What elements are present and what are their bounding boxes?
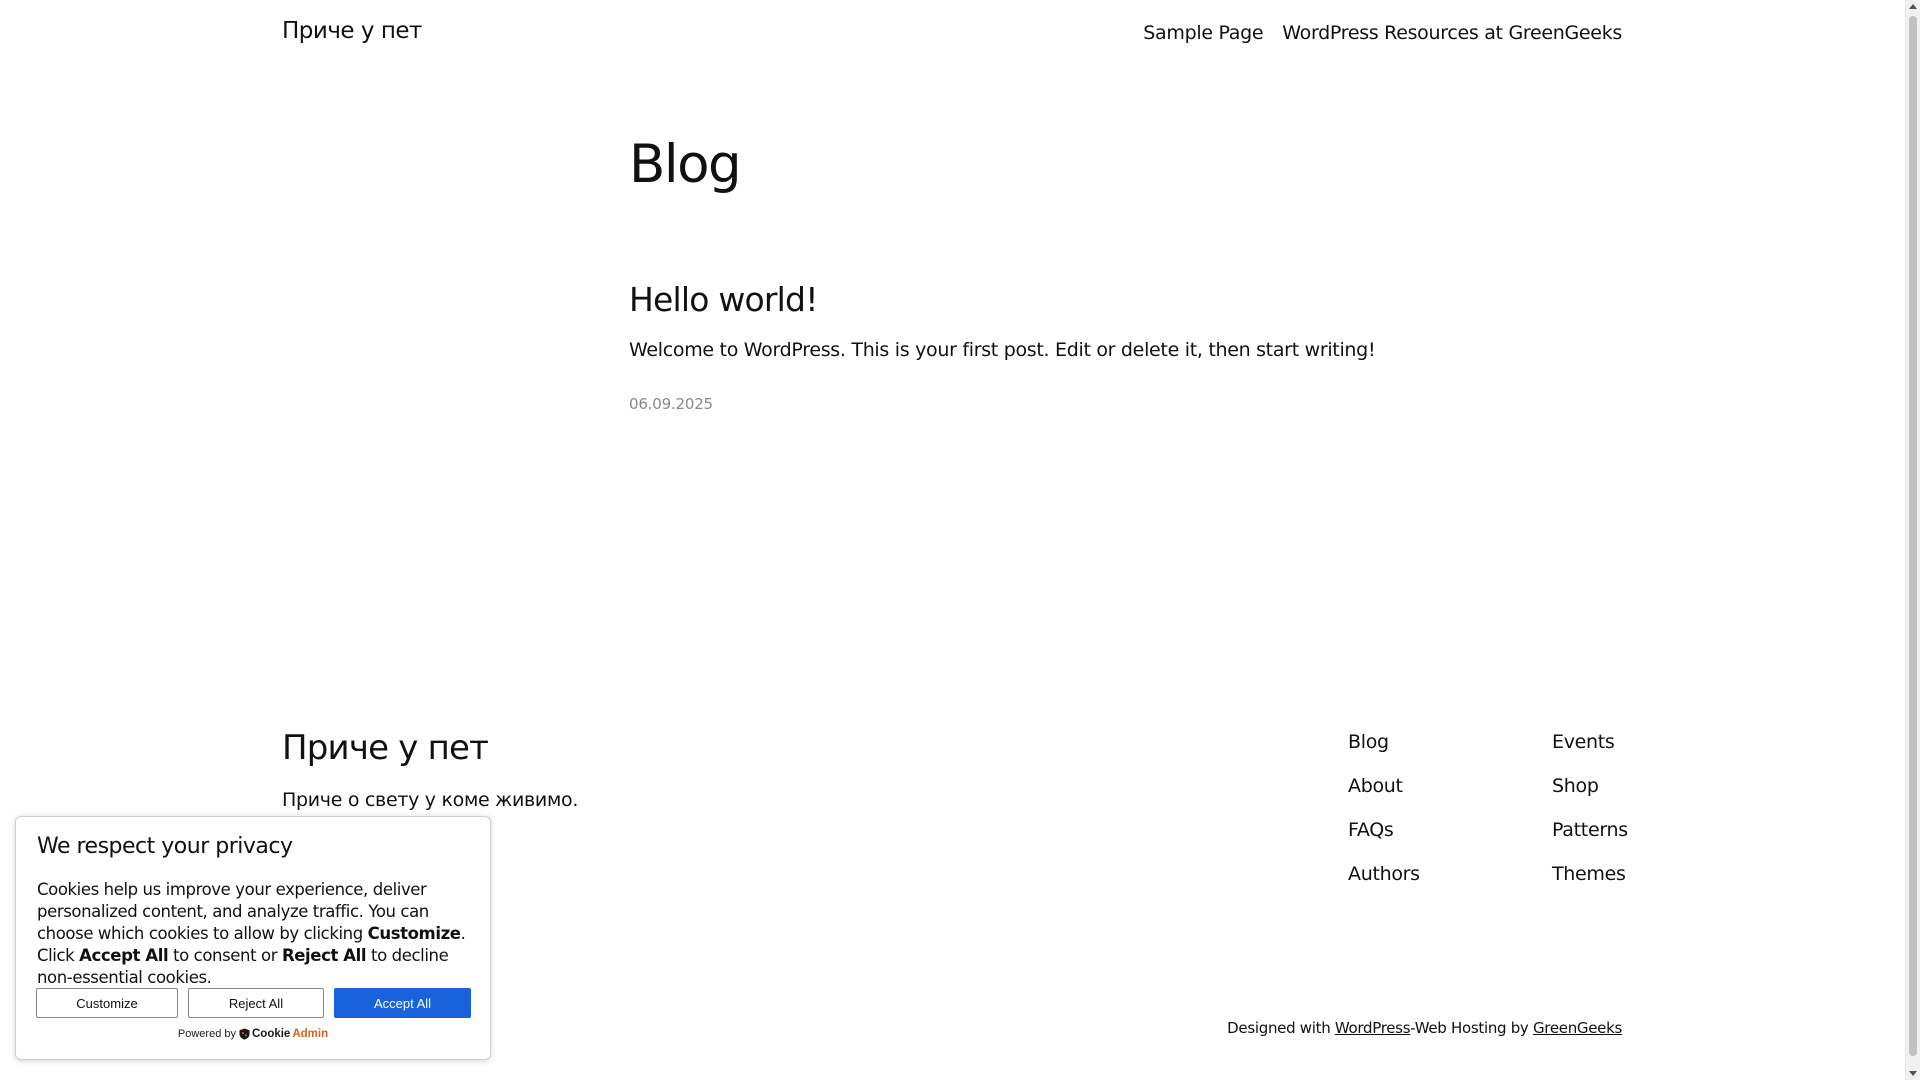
footer-link-blog[interactable]: Blog [1348,731,1420,754]
credits-middle: -Web Hosting by [1410,1019,1533,1037]
footer-link-authors[interactable]: Authors [1348,863,1420,886]
cookie-banner-title: We respect your privacy [37,834,293,859]
footer-nav-column-2: Events Shop Patterns Themes [1552,731,1628,886]
credits-prefix: Designed with [1227,1019,1335,1037]
post-title-link[interactable]: Hello world! [629,280,818,319]
scrollbar-thumb[interactable] [1909,16,1917,1056]
footer-credits: Designed with WordPress-Web Hosting by G… [1227,1019,1622,1037]
reject-all-button[interactable]: Reject All [188,988,324,1018]
site-title[interactable]: Приче у пет [282,18,422,44]
cookie-text-bold-customize: Customize [367,924,461,943]
primary-nav: Sample Page WordPress Resources at Green… [1143,22,1622,44]
powered-by: Powered by Cookie Admin [16,1028,490,1040]
accept-all-button[interactable]: Accept All [334,988,471,1018]
cookie-text-bold-accept: Accept All [79,946,169,965]
cookie-text-part: to consent or [168,946,282,965]
cookie-banner-description: Cookies help us improve your experience,… [37,879,482,989]
footer-link-patterns[interactable]: Patterns [1552,819,1628,842]
cookie-consent-banner: We respect your privacy Cookies help us … [15,816,491,1060]
powered-by-label: Powered by [177,1028,236,1040]
cookieadmin-logo-word-2: Admin [292,1028,329,1040]
nav-link-wordpress-resources[interactable]: WordPress Resources at GreenGeeks [1282,22,1622,44]
footer-link-events[interactable]: Events [1552,731,1628,754]
footer-link-themes[interactable]: Themes [1552,863,1628,886]
cookieadmin-shield-icon [239,1028,250,1040]
credits-wordpress-link[interactable]: WordPress [1335,1019,1411,1037]
post-excerpt: Welcome to WordPress. This is your first… [629,339,1376,361]
cookieadmin-logo[interactable]: Cookie Admin [239,1028,328,1040]
cookieadmin-logo-word-1: Cookie [251,1028,291,1040]
footer-link-shop[interactable]: Shop [1552,775,1628,798]
footer-tagline: Приче о свету у коме живимо. [282,789,579,811]
vertical-scrollbar[interactable] [1905,0,1920,1080]
cookie-text-bold-reject: Reject All [281,946,367,965]
post-date[interactable]: 06.09.2025 [629,395,713,413]
scroll-up-arrow-icon[interactable] [1909,4,1917,9]
page-title: Blog [629,134,742,195]
footer-nav-column-1: Blog About FAQs Authors [1348,731,1420,886]
credits-greengeeks-link[interactable]: GreenGeeks [1533,1019,1622,1037]
footer-link-about[interactable]: About [1348,775,1420,798]
footer-site-title[interactable]: Приче у пет [282,728,489,768]
nav-link-sample-page[interactable]: Sample Page [1143,22,1263,44]
footer-link-faqs[interactable]: FAQs [1348,819,1420,842]
customize-button[interactable]: Customize [36,988,178,1018]
scroll-down-arrow-icon[interactable] [1909,1071,1917,1076]
